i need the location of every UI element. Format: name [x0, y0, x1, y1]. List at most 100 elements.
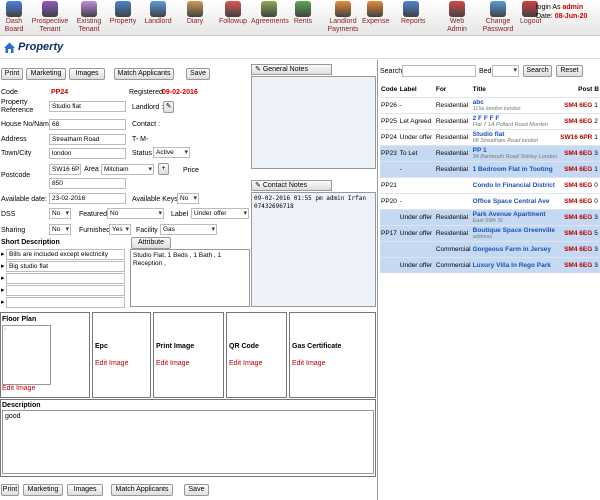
table-row[interactable]: PP24 Under offer Residential Studio flat 68 … [380, 128, 600, 145]
property-title-link[interactable]: Boutique Space Greenville [473, 227, 558, 234]
nav-item-property[interactable]: Property [108, 1, 138, 26]
nav-item-landlord-payments[interactable]: Landlord Payments [326, 1, 360, 34]
property-title-link[interactable]: Office Space Central Ave [473, 198, 558, 205]
featured-select[interactable]: No [107, 208, 164, 219]
nav-item-rents[interactable]: Rents [293, 1, 313, 26]
short-desc-line[interactable]: Big studio flat [6, 261, 125, 272]
facility-select[interactable]: Gas [160, 224, 217, 235]
nav-item-expense[interactable]: Expense [362, 1, 389, 26]
nav-item-landlord[interactable]: Landlord [143, 1, 173, 26]
bullet-icon: ▸ [1, 287, 5, 294]
gas-certificate-edit-link[interactable]: Edit Image [292, 360, 325, 367]
short-desc-line[interactable] [6, 297, 125, 308]
property-title-link[interactable]: Gorgeous Farm in Jersey [473, 246, 558, 253]
property-title-link[interactable]: Park Avenue Apartment [473, 211, 558, 218]
table-row[interactable]: PP20- Office Space Central Ave SM4 6EG 0 [380, 192, 600, 209]
attribute-button[interactable]: Attribute [131, 237, 171, 249]
property-address: 68 Streatham Road london [472, 137, 539, 144]
search-input[interactable] [402, 65, 476, 77]
landlord-edit-button[interactable]: ✎ [163, 101, 174, 113]
print-image-edit-link[interactable]: Edit Image [156, 360, 189, 367]
nav-item-prospective-tenant[interactable]: Prospective Tenant [30, 1, 70, 34]
short-desc-line[interactable] [6, 285, 125, 296]
bed-select[interactable] [492, 65, 519, 77]
ref-input[interactable]: Studio flat [49, 101, 126, 112]
cell-b: 0 [594, 181, 598, 189]
images-button-bottom[interactable]: Images [67, 484, 103, 496]
keys-select[interactable]: No [177, 193, 199, 204]
nav-item-agreements[interactable]: Agreements [251, 1, 289, 26]
general-notes-button[interactable]: ✎ General Notes [251, 64, 332, 75]
contact-notes-button[interactable]: ✎ Contact Notes [251, 180, 332, 191]
registered-value: 09-02-2016 [162, 89, 198, 96]
print-button[interactable]: Print [1, 68, 23, 80]
nav-item-diary[interactable]: Diary [182, 1, 208, 26]
column-header[interactable]: Label [399, 83, 435, 97]
attribute-text[interactable]: Studio Flat, 1 Beds , 1 Bath , 1 Recepti… [130, 249, 250, 307]
match-applicants-button[interactable]: Match Applicants [114, 68, 174, 80]
address-input[interactable]: Streatham Road [49, 134, 126, 145]
add-area-button[interactable]: + [158, 163, 169, 175]
qr-code-edit-link[interactable]: Edit Image [229, 360, 262, 367]
column-header[interactable]: B [593, 83, 600, 97]
status-select[interactable]: Active [153, 147, 190, 158]
property-title-link[interactable]: 1 Bedroom Flat in Tooting [473, 166, 558, 173]
property-title-link[interactable]: 2 F F F F [473, 115, 558, 122]
reset-button[interactable]: Reset [556, 65, 583, 77]
house-input[interactable]: 68 [49, 119, 126, 130]
table-row[interactable]: PP21 Condo In Financial District SM4 6EG 0 [380, 176, 600, 193]
nav-item-web-admin[interactable]: Web Admin [440, 1, 474, 34]
description-textarea[interactable]: good [2, 410, 374, 474]
table-row[interactable]: PP25 Let Agreed Residential 2 F F F F Flat 7… [380, 112, 600, 129]
nav-item-followup[interactable]: Followup [218, 1, 248, 26]
epc-edit-link[interactable]: Edit Image [95, 360, 128, 367]
marketing-button[interactable]: Marketing [26, 68, 66, 80]
price-input[interactable]: 850 [49, 178, 126, 189]
print-image-title: Print Image [156, 343, 195, 350]
table-row[interactable]: PP26- Residential abc 115a london london SM4… [380, 96, 600, 113]
save-button-bottom[interactable]: Save [184, 484, 209, 496]
table-row[interactable]: Under offer Residential Park Avenue Apartm… [380, 208, 600, 225]
nav-item-dashboard[interactable]: Dash Board [4, 1, 24, 34]
general-notes-textarea[interactable] [251, 76, 376, 169]
property-title-link[interactable]: PP 1 [473, 147, 558, 154]
floor-plan-edit-link[interactable]: Edit Image [2, 385, 35, 392]
short-desc-line[interactable] [6, 273, 125, 284]
table-row[interactable]: PP23 To Let Residential PP 1 34 Barmouth Roa… [380, 144, 600, 161]
images-button[interactable]: Images [69, 68, 105, 80]
dss-select[interactable]: No [49, 208, 71, 219]
match-applicants-button-bottom[interactable]: Match Applicants [111, 484, 173, 496]
label-select[interactable]: Under offer [191, 208, 249, 219]
nav-item-change-password[interactable]: Change Password [481, 1, 515, 34]
search-button[interactable]: Search [523, 65, 552, 77]
cell-post: SM4 6EG [564, 261, 593, 269]
column-header[interactable]: For [435, 83, 472, 97]
postcode-input[interactable]: SW16 6PR [49, 164, 81, 175]
save-button[interactable]: Save [186, 68, 210, 80]
contact-notes-textarea[interactable]: 09-02-2016 01:55 pm admin Irfan 07432696… [251, 192, 376, 307]
area-select[interactable]: Mitcham [101, 164, 154, 175]
postcode-label: Postcode [1, 172, 31, 179]
sharing-select[interactable]: No [49, 224, 71, 235]
short-desc-line[interactable]: Bills are included except electricity [6, 249, 125, 260]
property-title-link[interactable]: Luxury Villa In Rego Park [473, 262, 558, 269]
table-row[interactable]: PP17 Under offer Residential Boutique Space… [380, 224, 600, 241]
available-input[interactable]: 23-02-2016 [49, 193, 126, 204]
column-header[interactable]: Post [559, 83, 593, 97]
property-title-link[interactable]: abc [473, 99, 558, 106]
column-header[interactable]: Code [380, 83, 399, 97]
property-title-link[interactable]: Condo In Financial District [473, 182, 558, 189]
furnished-select[interactable]: Yes [109, 224, 131, 235]
column-header[interactable]: Title [472, 83, 559, 97]
gas-certificate-title: Gas Certificate [292, 343, 342, 350]
furnished-label: Furnished [79, 227, 111, 234]
property-title-link[interactable]: Studio flat [473, 131, 558, 138]
table-row[interactable]: - Residential 1 Bedroom Flat in Tooting SM4… [380, 160, 600, 177]
nav-item-existing-tenant[interactable]: Existing Tenant [72, 1, 106, 34]
marketing-button-bottom[interactable]: Marketing [23, 484, 63, 496]
town-input[interactable]: london [49, 148, 126, 159]
table-row[interactable]: Commercial Gorgeous Farm in Jersey SM4 6EG… [380, 240, 600, 257]
nav-item-reports[interactable]: Reports [401, 1, 426, 26]
print-button-bottom[interactable]: Print [1, 484, 19, 496]
table-row[interactable]: Under offer Commercial Luxury Villa In Reg… [380, 256, 600, 273]
